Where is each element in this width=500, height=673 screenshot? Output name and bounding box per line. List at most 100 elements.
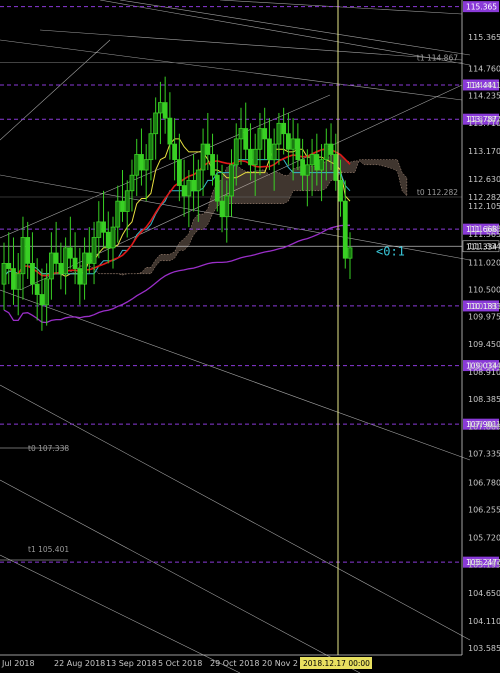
candle-body — [195, 169, 201, 192]
candle-body — [328, 143, 334, 155]
price-tick: 114.760 — [468, 64, 500, 73]
time-tick: 13 Sep 2018 — [106, 659, 157, 668]
candle-body — [262, 128, 268, 140]
price-tick: 105.720 — [468, 533, 500, 542]
candle-body — [229, 164, 234, 197]
price-tick: 109.450 — [468, 340, 500, 349]
time-tick: 29 Oct 2018 — [210, 659, 259, 668]
candle-body — [124, 190, 130, 212]
candle-body — [11, 268, 16, 290]
price-tick: 114.235 — [468, 92, 500, 101]
price-level-label: 115.365 — [466, 3, 497, 12]
price-levels-layer: 115.365114.441113.787111.668110.183109.0… — [0, 1, 500, 568]
target-level-label: t0 107.338 — [28, 444, 69, 453]
time-tick: 5 Oct 2018 — [158, 659, 202, 668]
candle-body — [285, 133, 291, 150]
price-tick: 112.282 — [468, 193, 500, 202]
candle-body — [267, 138, 272, 161]
price-tick: 112.105 — [468, 202, 500, 211]
candle-body — [148, 133, 154, 161]
candle-body — [44, 278, 50, 306]
candle-body — [162, 102, 168, 119]
candle-body — [25, 237, 31, 264]
candle-body — [77, 268, 83, 285]
price-tick: 111.668 — [468, 225, 500, 234]
price-tick: 109.975 — [468, 313, 500, 322]
price-tick: 107.860 — [468, 422, 500, 431]
candle-body — [257, 128, 263, 150]
candle-body — [233, 138, 239, 166]
candle-body — [96, 221, 102, 238]
price-tick: 108.910 — [468, 368, 500, 377]
candle-body — [101, 221, 106, 233]
candle-body — [271, 143, 277, 161]
price-tick: 104.650 — [468, 589, 500, 598]
price-tick: 106.255 — [468, 506, 500, 515]
cursor-layer: <0:1 — [337, 0, 405, 655]
target-level-label: t1 114.867 — [417, 54, 458, 63]
trendline — [0, 39, 463, 101]
candle-body — [63, 247, 69, 275]
price-tick: 111.334 — [468, 242, 500, 251]
candle-body — [120, 200, 125, 212]
candle-body — [224, 195, 230, 218]
price-tick: 112.630 — [468, 175, 500, 184]
trendline — [119, 0, 471, 56]
price-chart[interactable]: 115.365114.441113.787111.668110.183109.0… — [0, 0, 500, 673]
candle-body — [290, 138, 296, 150]
candle-body — [347, 247, 353, 259]
target-level-label: t1 105.401 — [28, 545, 69, 554]
candle-body — [105, 231, 111, 249]
candle-body — [172, 143, 178, 161]
price-tick: 111.020 — [468, 258, 500, 267]
trendline — [0, 39, 111, 141]
candle-body — [67, 247, 73, 259]
candle-body — [191, 179, 196, 192]
cursor-date-label: 2018.12.17 00:00 — [303, 659, 370, 668]
price-tick: 106.780 — [468, 478, 500, 487]
candle-body — [72, 257, 78, 269]
candle-body — [252, 148, 258, 166]
candle-body — [342, 200, 348, 259]
candle-body — [91, 237, 97, 264]
candle-body — [181, 185, 187, 197]
candle-body — [48, 252, 54, 280]
target-level-label: t0 112.282 — [417, 188, 458, 197]
candle-body — [304, 164, 310, 176]
candle-body — [319, 159, 324, 171]
candle-body — [1, 262, 7, 285]
candle-body — [129, 174, 135, 192]
candle-body — [86, 252, 92, 264]
candle-body — [30, 262, 35, 285]
candle-body — [110, 226, 116, 249]
candle-body — [281, 122, 287, 135]
candle-body — [323, 143, 329, 161]
trendline — [0, 479, 361, 673]
cursor-marker: <0:1 — [376, 244, 405, 258]
candle-body — [200, 143, 206, 171]
candle-body — [39, 294, 45, 306]
candle-body — [58, 262, 64, 275]
candle-body — [134, 154, 140, 176]
price-tick: 110.183 — [468, 302, 500, 311]
candles-layer — [1, 76, 353, 331]
candle-body — [248, 148, 253, 166]
trendlines-layer — [0, 0, 471, 673]
price-tick: 110.500 — [468, 285, 500, 294]
price-tick: 114.441 — [468, 81, 500, 90]
candle-body — [34, 283, 40, 295]
price-tick: 113.170 — [468, 147, 500, 156]
price-tick: 113.787 — [468, 115, 500, 124]
candle-body — [219, 200, 225, 218]
trendline — [99, 0, 471, 66]
trendline — [39, 29, 463, 61]
candle-body — [139, 154, 144, 171]
candle-body — [15, 273, 21, 290]
price-tick: 107.335 — [468, 449, 500, 458]
candle-body — [158, 102, 163, 114]
price-tick: 108.385 — [468, 395, 500, 404]
candle-body — [243, 128, 249, 150]
candle-body — [20, 237, 26, 275]
candle-body — [6, 262, 12, 269]
trendline — [0, 289, 471, 461]
